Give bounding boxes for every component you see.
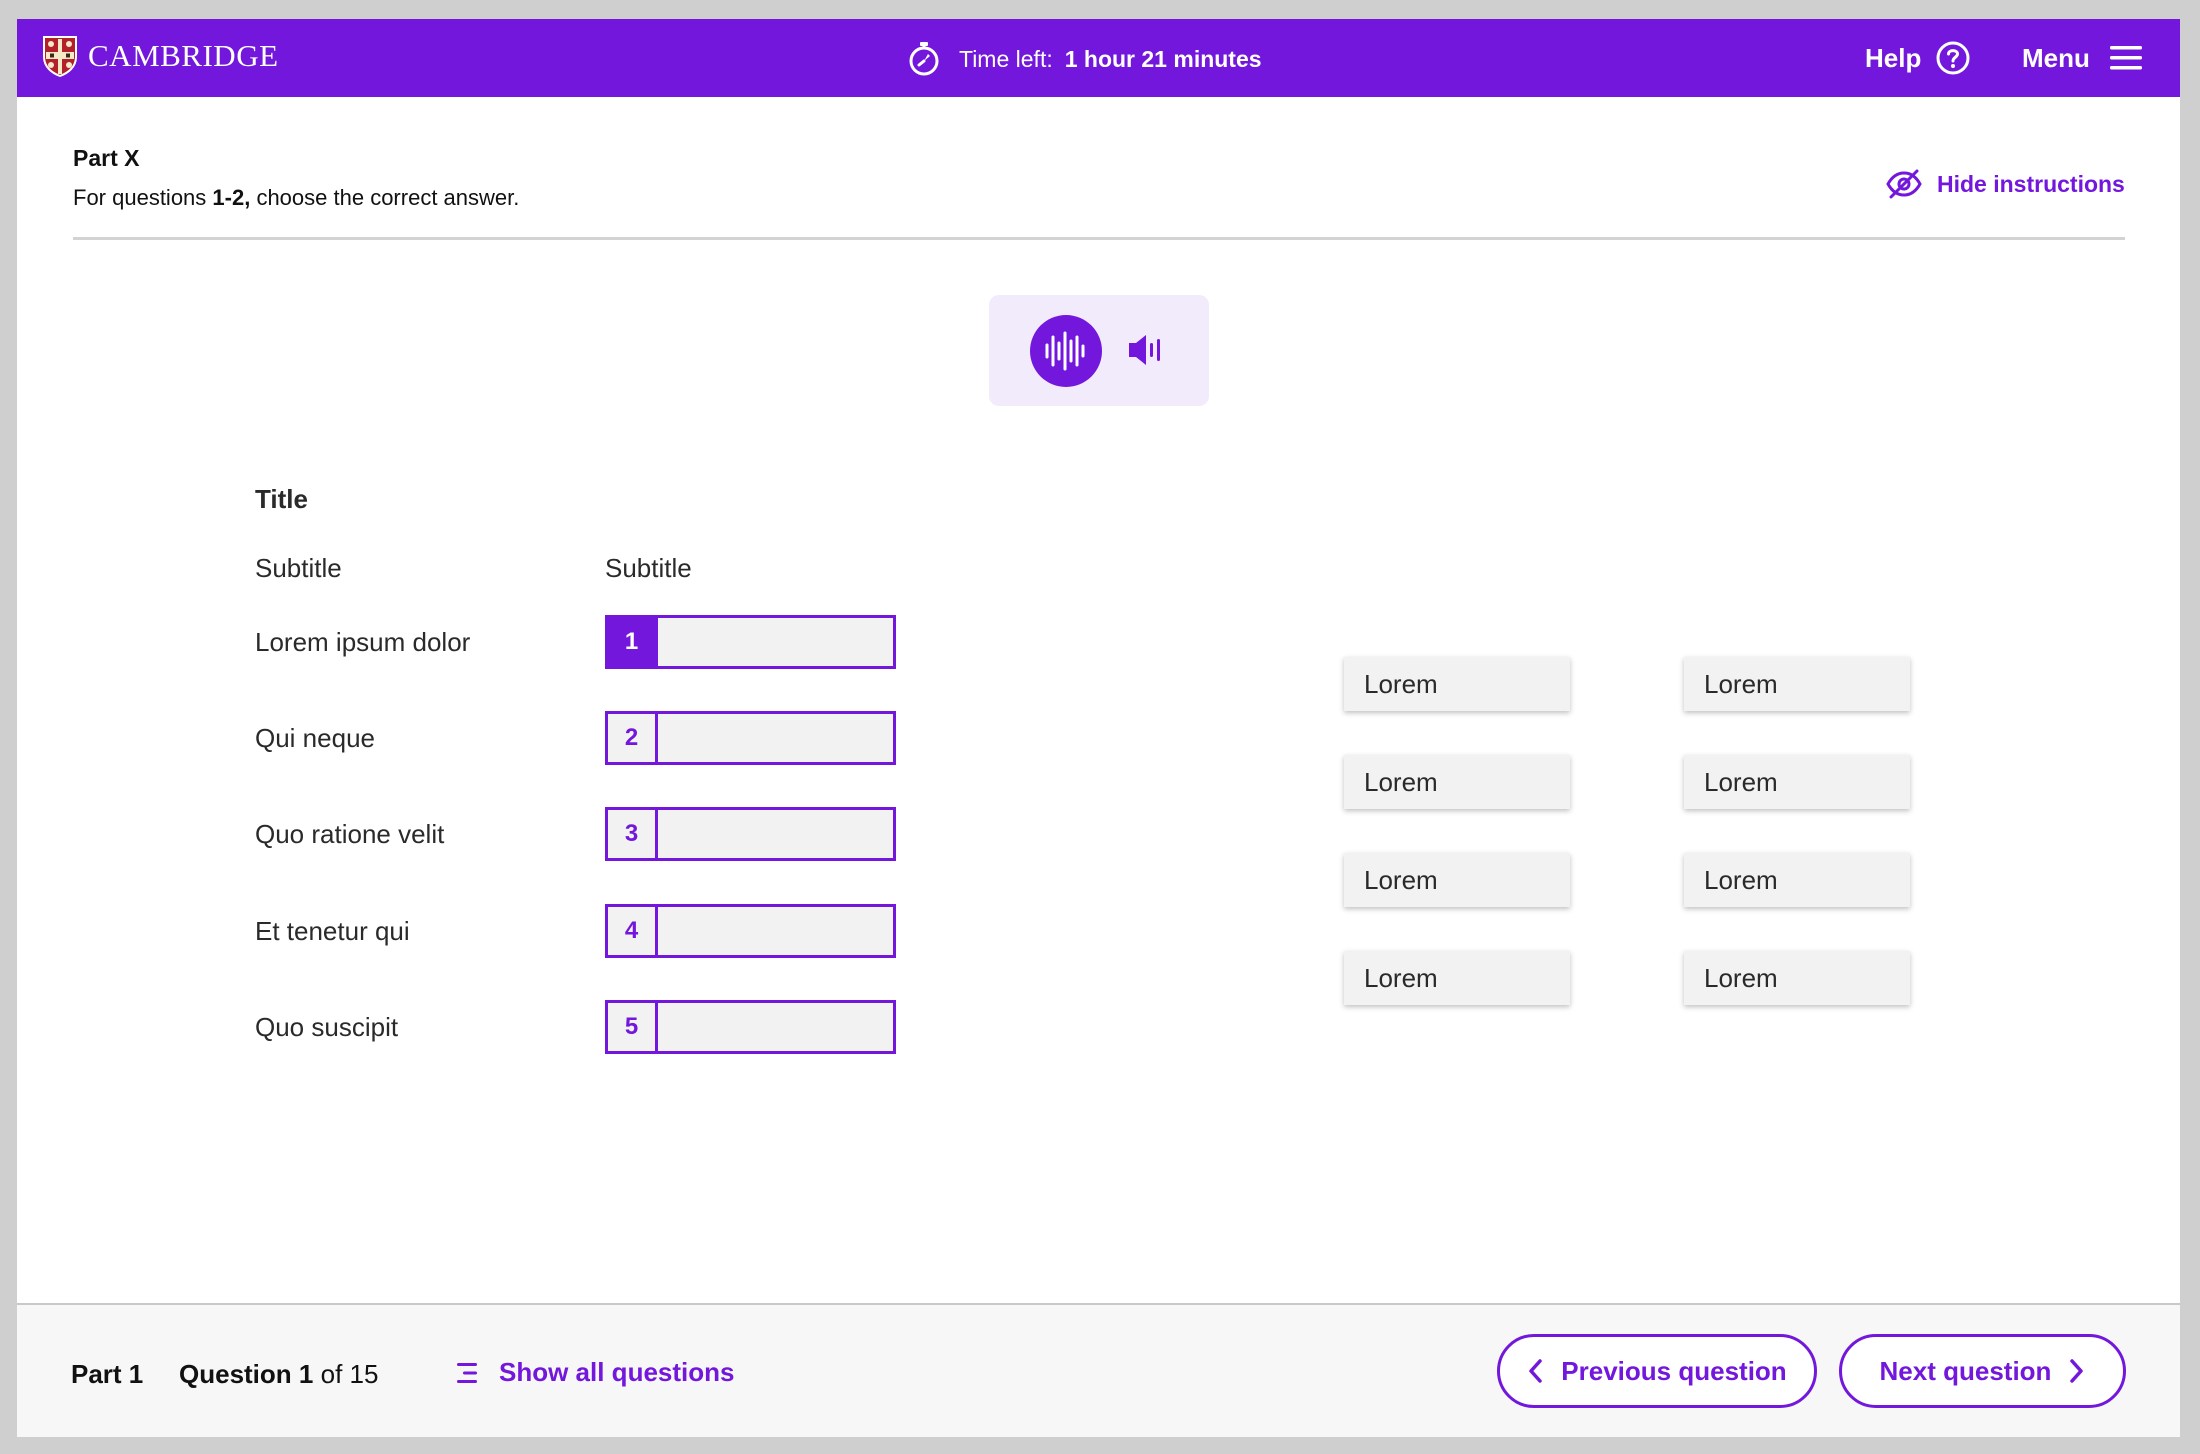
hide-instructions-label: Hide instructions (1937, 170, 2125, 197)
answer-gap[interactable]: 4 (605, 904, 896, 958)
drag-option[interactable]: Lorem (1344, 951, 1570, 1005)
gap-number: 3 (608, 810, 658, 858)
chevron-left-icon (1529, 1359, 1543, 1383)
speaker-icon (1129, 335, 1160, 365)
top-bar: CAMBRIDGE Time left: 1 hour 21 minutes H… (17, 19, 2180, 97)
drag-option[interactable]: Lorem (1344, 853, 1570, 907)
list-icon (457, 1362, 477, 1383)
drag-option[interactable]: Lorem (1344, 755, 1570, 809)
hide-instructions-button[interactable]: Hide instructions (1885, 169, 2125, 199)
show-all-questions-button[interactable]: Show all questions (457, 1357, 734, 1388)
gap-number: 4 (608, 907, 658, 955)
column-subtitle-right: Subtitle (605, 553, 692, 583)
row-label: Qui neque (255, 723, 375, 753)
drag-option[interactable]: Lorem (1684, 755, 1910, 809)
previous-question-label: Previous question (1561, 1355, 1787, 1386)
cambridge-logo: CAMBRIDGE (42, 34, 279, 78)
question-word: Question (179, 1359, 292, 1389)
question-circle-icon (1936, 41, 1970, 75)
instruction-text-start: For questions (73, 185, 213, 210)
menu-label: Menu (2022, 42, 2090, 73)
help-button[interactable]: Help (1865, 37, 1971, 79)
chevron-right-icon (2070, 1359, 2084, 1383)
question-counter: Question 1 of 15 (179, 1359, 378, 1390)
instructions-divider (73, 237, 2125, 240)
drag-option[interactable]: Lorem (1684, 853, 1910, 907)
cambridge-shield-icon (43, 36, 77, 77)
row-label: Lorem ipsum dolor (255, 627, 471, 657)
part-title: Part X (73, 145, 140, 171)
question-number: 1 (298, 1359, 314, 1389)
instruction-question-range: 1-2, (212, 185, 251, 210)
exam-frame: CAMBRIDGE Time left: 1 hour 21 minutes H… (17, 19, 2180, 1437)
drag-option[interactable]: Lorem (1684, 951, 1910, 1005)
gap-number: 5 (608, 1003, 658, 1051)
timer-label: Time left: (959, 45, 1053, 72)
answer-gap[interactable]: 2 (605, 711, 896, 765)
answer-gap[interactable]: 1 (605, 615, 896, 669)
hamburger-icon (2109, 46, 2142, 70)
volume-button[interactable] (1129, 331, 1163, 374)
row-label: Quo suscipit (255, 1012, 399, 1042)
menu-button[interactable]: Menu (2022, 37, 2142, 79)
next-question-button[interactable]: Next question (1839, 1334, 2126, 1408)
bottom-bar: Part 1 Question 1 of 15 Show all questio… (17, 1303, 2180, 1437)
footer-part-label: Part 1 (71, 1359, 144, 1389)
gap-number: 2 (608, 714, 658, 762)
eye-slash-icon (1886, 169, 1922, 199)
sound-wave-icon (1045, 331, 1085, 371)
answer-gap[interactable]: 3 (605, 807, 896, 861)
show-all-questions-label: Show all questions (499, 1357, 735, 1387)
next-question-label: Next question (1879, 1355, 2052, 1386)
task-title: Title (255, 484, 308, 514)
column-subtitle-left: Subtitle (255, 553, 342, 583)
timer-value: 1 hour 21 minutes (1064, 45, 1262, 72)
row-label: Et tenetur qui (255, 916, 410, 946)
question-total: of 15 (320, 1359, 379, 1389)
gap-number: 1 (608, 618, 658, 666)
timer: Time left: 1 hour 21 minutes (907, 39, 1262, 79)
drag-option[interactable]: Lorem (1344, 657, 1570, 711)
logo-text: CAMBRIDGE (88, 38, 279, 73)
audio-player (989, 295, 1209, 406)
instruction-text: For questions 1-2, choose the correct an… (73, 185, 519, 211)
audio-play-button[interactable] (1030, 315, 1102, 387)
instruction-text-end: choose the correct answer. (250, 185, 520, 210)
previous-question-button[interactable]: Previous question (1497, 1334, 1817, 1408)
drag-option[interactable]: Lorem (1684, 657, 1910, 711)
row-label: Quo ratione velit (255, 819, 445, 849)
answer-gap[interactable]: 5 (605, 1000, 896, 1054)
stopwatch-icon (909, 42, 939, 76)
help-label: Help (1865, 42, 1922, 73)
